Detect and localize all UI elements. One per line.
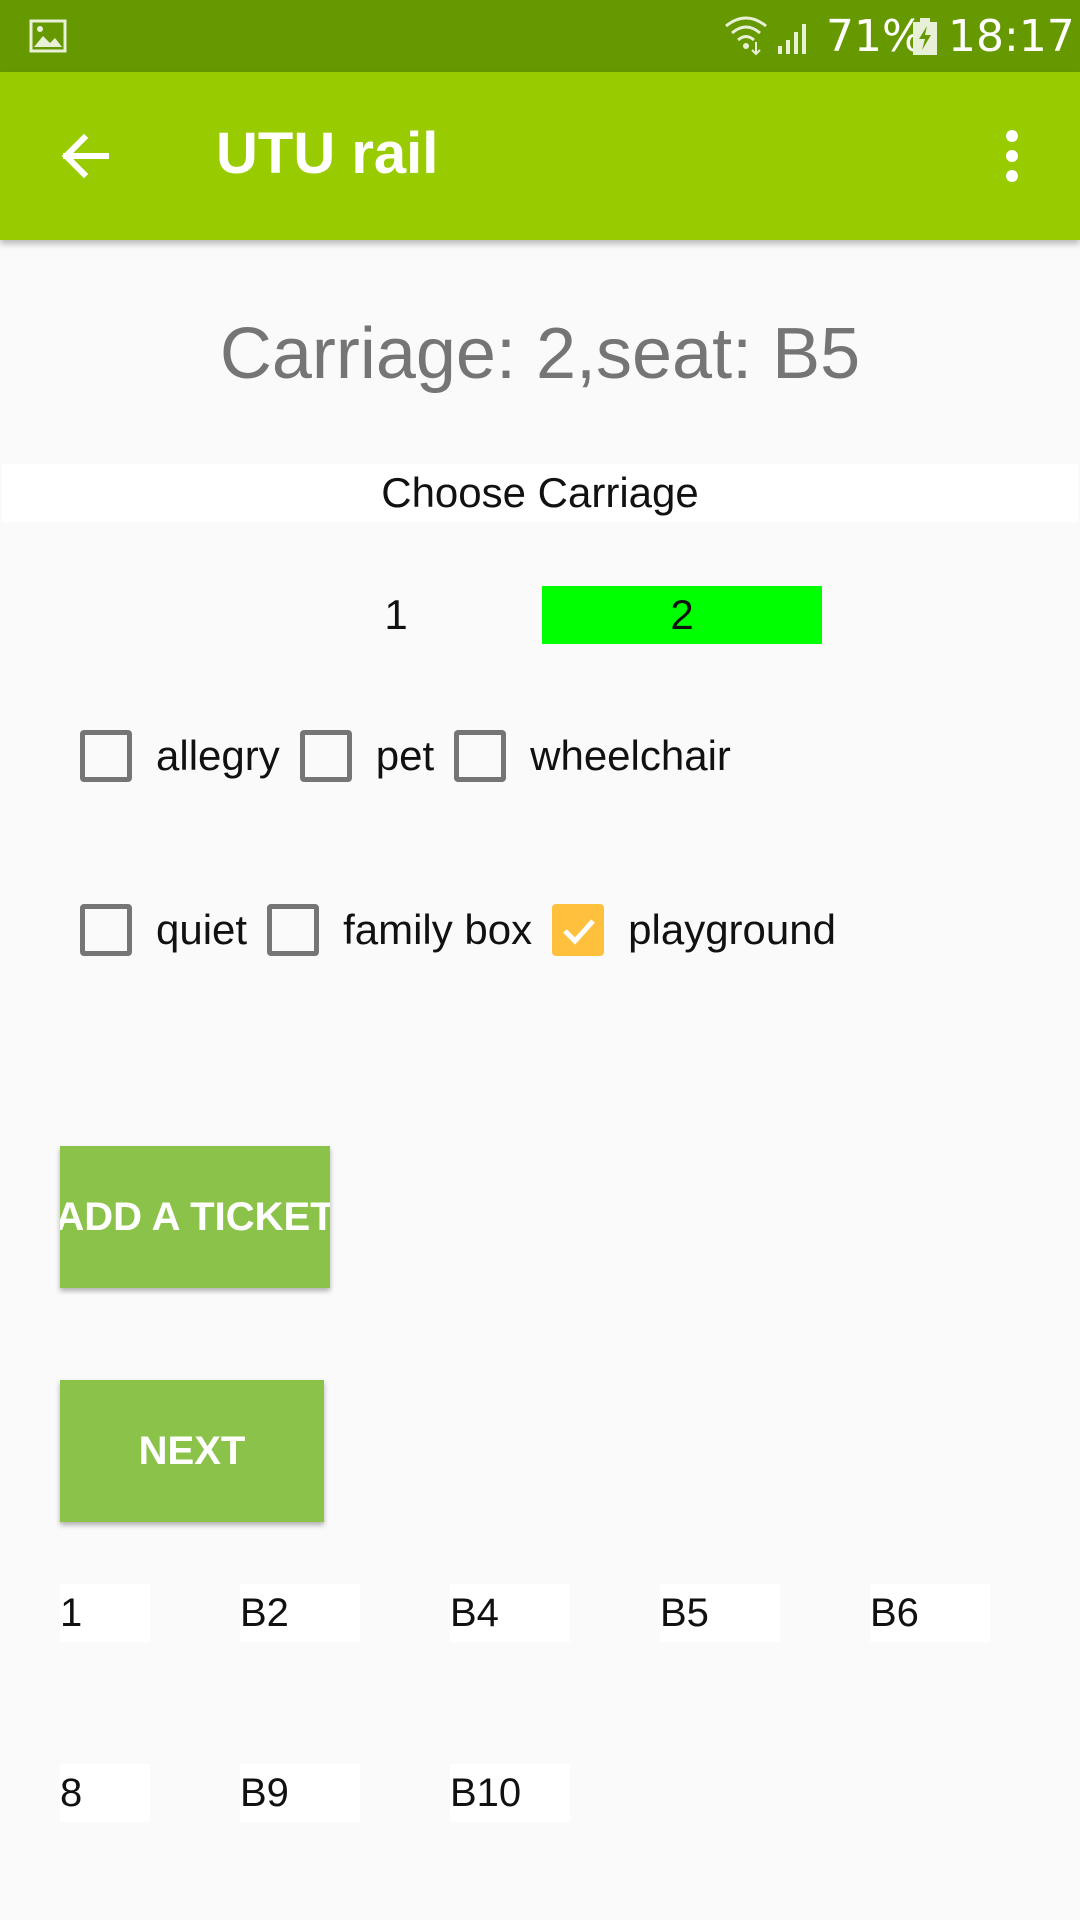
seat-button[interactable]: B4 [450,1584,570,1642]
options-row-2: quiet family box playground [80,904,856,956]
checkbox-box[interactable] [80,904,132,956]
add-ticket-button[interactable]: ADD A TICKET [60,1146,330,1288]
wifi-icon [725,16,767,56]
checkbox-box[interactable] [267,904,320,956]
checkbox-box[interactable] [454,730,507,782]
checkbox-box-checked[interactable] [552,904,605,956]
overflow-menu-button[interactable] [988,116,1036,196]
arrow-back-icon [61,133,109,179]
carriage-2-button[interactable]: 2 [542,586,822,644]
status-bar: 71% 18:17 [0,0,1080,72]
quiet-checkbox[interactable]: quiet [80,904,247,956]
seat-button[interactable]: B5 [660,1584,780,1642]
seat-button[interactable]: B2 [240,1584,360,1642]
back-button[interactable] [40,116,128,196]
checkbox-label: allegry [156,732,280,779]
checkmark-icon [563,919,595,945]
seat-button[interactable]: 1 [60,1584,150,1642]
battery-charging-icon [913,18,937,55]
checkbox-box[interactable] [80,730,132,782]
checkbox-label: pet [375,732,435,779]
seat-button[interactable]: 8 [60,1764,150,1822]
clock: 18:17 [948,11,1075,62]
seat-button[interactable]: B9 [240,1764,360,1822]
checkbox-label: wheelchair [530,732,731,779]
family-box-checkbox[interactable]: family box [267,904,532,956]
choose-carriage-label: Choose Carriage [2,464,1078,522]
seat-button[interactable]: B6 [870,1584,990,1642]
options-row-1: allegry pet wheelchair [80,730,751,782]
pet-checkbox[interactable]: pet [299,730,435,782]
more-vert-icon [1006,130,1018,182]
seat-button[interactable]: B10 [450,1764,570,1822]
carriage-1-button[interactable]: 1 [286,586,506,644]
allergy-checkbox[interactable]: allegry [80,730,280,782]
checkbox-label: quiet [156,906,248,953]
checkbox-label: playground [628,906,836,953]
next-button[interactable]: NEXT [60,1380,324,1522]
gallery-icon [29,19,67,53]
wheelchair-checkbox[interactable]: wheelchair [454,730,731,782]
battery-percentage: 71% [826,11,924,62]
signal-icon [778,24,806,54]
checkbox-box[interactable] [299,730,352,782]
app-title: UTU rail [216,121,439,186]
checkbox-label: family box [343,906,533,953]
playground-checkbox[interactable]: playground [552,904,836,956]
selection-heading: Carriage: 2,seat: B5 [219,314,861,394]
app-bar: UTU rail [0,72,1080,240]
